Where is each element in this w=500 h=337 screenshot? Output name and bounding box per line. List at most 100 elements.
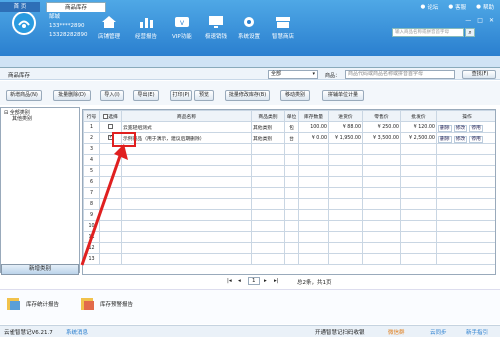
cell-empty [436, 176, 495, 188]
cell-empty [298, 220, 329, 232]
cell-empty [400, 242, 437, 254]
forum-link[interactable]: ● 论坛 [421, 3, 439, 11]
table-row: 10 [83, 220, 495, 232]
cell-empty [284, 198, 299, 210]
nav-shop-manage[interactable]: 店铺管理 [98, 15, 120, 40]
top-search-input[interactable]: 输入商品名称或拼音首字母 [392, 28, 464, 37]
first-page-icon[interactable]: |◂ [227, 278, 232, 284]
move-category-button[interactable]: 移动类别 [280, 90, 310, 101]
batch-modify-stock-button[interactable]: 批量修改库存(B) [225, 90, 270, 101]
cell-retail: ¥ 250.00 [362, 121, 401, 133]
cell-no: 8 [83, 198, 100, 210]
select-all-checkbox[interactable] [103, 113, 109, 119]
nav-settings[interactable]: 系统设置 [238, 15, 260, 40]
cell-empty [400, 220, 437, 232]
tree-child[interactable]: 其他类别 [4, 116, 32, 122]
preview-button[interactable]: 预览 [194, 90, 214, 101]
nav-smart-store[interactable]: 智慧商店 [272, 15, 294, 40]
delete-link[interactable]: 删除 [438, 135, 452, 143]
open-pay-link[interactable]: 开通智慧记扫码收银 [315, 328, 365, 336]
cell-empty [284, 231, 299, 243]
system-msg-link[interactable]: 系统消息 [66, 328, 88, 336]
cell-empty [328, 154, 363, 166]
col-header: 商品名称 [121, 110, 252, 122]
next-page-icon[interactable]: ▸ [264, 278, 267, 284]
cell-no: 12 [83, 242, 100, 254]
nav-report[interactable]: 经营报告 [135, 15, 157, 40]
category-select[interactable]: 全部 ▾ [268, 70, 318, 79]
cell-empty [362, 154, 401, 166]
maximize-icon[interactable]: □ [477, 17, 483, 24]
help-icon: ● [476, 4, 481, 10]
help-link[interactable]: ● 帮助 [476, 3, 494, 11]
chevron-down-icon: ▾ [312, 71, 315, 77]
edit-link[interactable]: 修改 [453, 124, 468, 132]
query-button[interactable]: 查找(F) [462, 70, 496, 79]
cell-empty [362, 242, 401, 254]
category-tree: ⊟ 全部类别 其他类别 [4, 110, 32, 122]
last-page-icon[interactable]: ▸| [274, 278, 279, 284]
cell-empty [284, 143, 299, 155]
cell-empty [298, 242, 329, 254]
cell-empty [400, 176, 437, 188]
tab-home[interactable]: 首 页 [0, 2, 40, 12]
guide-link[interactable]: 新手指引 [466, 328, 488, 336]
table-row[interactable]: 1 云宽轻组测式 其他类别包 100.00 ¥ 88.00 ¥ 250.00 ¥ 120.0… [83, 121, 495, 133]
cloud-sync-link[interactable]: 云同步 [430, 328, 447, 336]
cell-empty [284, 187, 299, 199]
import-button[interactable]: 导入(I) [100, 90, 124, 101]
cell-ops: 删除 修改 停用 [436, 121, 495, 133]
cell-cost: ¥ 88.00 [328, 121, 363, 133]
nav-fast-sale[interactable]: 极速销钱 [205, 15, 227, 40]
disable-link[interactable]: 停用 [469, 124, 483, 132]
cell-unit: 包 [284, 121, 299, 133]
cell-empty [121, 242, 252, 254]
table-row[interactable]: 2示例商品（用于演示，建议后期删除）其他类别台¥ 0.00¥ 1,950.00¥… [83, 132, 495, 144]
unit-button[interactable]: 拼辅单位计量 [322, 90, 364, 101]
tab-stock[interactable]: 商品库存 [46, 2, 106, 12]
cell-whole: ¥ 2,500.00 [400, 132, 437, 144]
export-button[interactable]: 导出(E) [133, 90, 159, 101]
nav-vip[interactable]: V VIP功能 [172, 15, 192, 40]
cell-empty [251, 242, 285, 254]
cell-empty [284, 165, 299, 177]
prev-page-icon[interactable]: ◂ [238, 278, 241, 284]
disable-link[interactable]: 停用 [469, 135, 483, 143]
minimize-icon[interactable]: — [465, 17, 471, 24]
cell-empty [121, 253, 252, 265]
row-checkbox[interactable] [108, 124, 113, 129]
wechat-group-link[interactable]: 微信群 [388, 328, 405, 336]
new-product-button[interactable]: 新增商品(N) [6, 90, 42, 101]
highlight-box [112, 132, 136, 147]
stock-stats-report[interactable]: 库存统计报告 [6, 297, 59, 311]
report-label: 库存统计报告 [26, 302, 60, 308]
service-link[interactable]: ● 客服 [448, 3, 466, 11]
product-filter-input[interactable]: 商品代码或商品名称或拼音首字母 [345, 70, 455, 79]
cell-no: 10 [83, 220, 100, 232]
cell-empty [284, 220, 299, 232]
close-icon[interactable]: ✕ [489, 17, 494, 24]
cell-empty [99, 154, 122, 166]
batch-delete-button[interactable]: 批量删除(D) [53, 90, 91, 101]
edit-link[interactable]: 修改 [453, 135, 468, 143]
search-icon[interactable]: ⌕ [465, 28, 475, 37]
cell-empty [362, 220, 401, 232]
col-header: 操作 [436, 110, 495, 122]
new-category-button[interactable]: 新增类别 [1, 264, 79, 275]
stock-warning-report[interactable]: 库存预警报告 [80, 297, 133, 311]
pager: |◂ ◂ 1 ▸ ▸| 总2条，共1页 [82, 276, 496, 288]
cell-empty [99, 220, 122, 232]
cell-empty [99, 198, 122, 210]
forum-icon: ● [420, 4, 426, 10]
cell-empty [400, 253, 437, 265]
delete-link[interactable]: 删除 [438, 124, 452, 132]
top-links: ● 论坛 ● 客服 ● 帮助 [421, 3, 494, 11]
print-button[interactable]: 打印(P) [170, 90, 192, 101]
cell-no: 3 [83, 143, 100, 155]
page-number-input[interactable]: 1 [248, 277, 260, 285]
cell-empty [400, 143, 437, 155]
cell-cat: 其他类别 [251, 132, 285, 144]
cell-whole: ¥ 120.00 [400, 121, 437, 133]
version-text: 云雀智慧记V6.21.7 [4, 330, 53, 336]
cell-empty [251, 198, 285, 210]
